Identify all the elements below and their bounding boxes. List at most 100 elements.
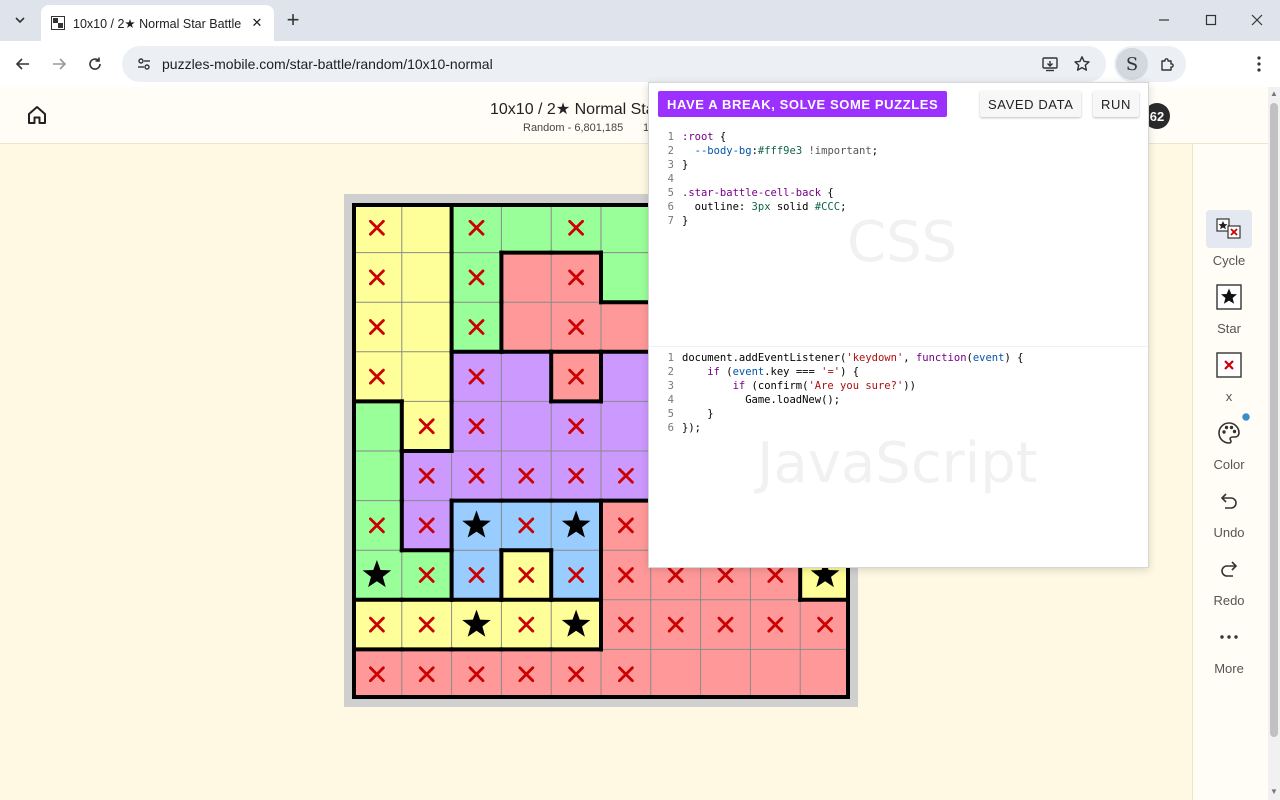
board-cell[interactable] (401, 351, 452, 402)
board-cell[interactable] (601, 302, 651, 352)
home-icon (28, 106, 46, 124)
code-line: 4 (649, 172, 1148, 186)
more-dots-icon (1206, 618, 1252, 656)
tool-undo[interactable]: Undo (1200, 482, 1258, 540)
code-line: 1:root { (649, 130, 1148, 144)
code-text: } (682, 215, 689, 227)
stylus-extension-icon[interactable]: S (1116, 48, 1148, 80)
browser-menu-button[interactable] (1244, 49, 1274, 79)
bookmark-star-icon (1074, 56, 1090, 71)
board-cell[interactable] (750, 649, 801, 699)
code-text: --body-bg:#fff9e3 !important; (694, 145, 879, 157)
tool-label: Redo (1213, 593, 1245, 608)
arrow-right-icon (53, 58, 67, 70)
line-number: 5 (667, 187, 674, 199)
code-text: } (682, 159, 689, 171)
board-cell[interactable] (352, 401, 402, 451)
board-cell[interactable] (401, 203, 452, 253)
board-cell[interactable] (650, 649, 701, 699)
line-number: 7 (667, 215, 674, 227)
editor-divider (649, 346, 1148, 347)
browser-tab[interactable]: 10x10 / 2★ Normal Star Battle ✕ (41, 5, 274, 41)
code-text: outline: 3px solid #CCC; (682, 201, 847, 213)
maximize-button[interactable] (1188, 0, 1234, 40)
board-cell[interactable] (601, 351, 651, 402)
board-cell[interactable] (601, 252, 651, 303)
board-cell[interactable] (501, 302, 552, 352)
tool-label: Undo (1213, 525, 1245, 540)
board-cell[interactable] (501, 203, 552, 253)
tool-star[interactable]: Star (1200, 278, 1258, 336)
tool-label: Cycle (1212, 253, 1246, 268)
board-cell[interactable] (501, 351, 552, 402)
cycle-icon (1206, 210, 1252, 248)
close-window-button[interactable] (1234, 0, 1280, 40)
code-line: 5 .star-battle-cell-back { (649, 186, 1148, 200)
tool-redo[interactable]: Redo (1200, 550, 1258, 608)
board-cell[interactable] (352, 451, 402, 501)
code-text: if (event.key === '=') { (707, 366, 860, 378)
saved-data-button[interactable]: SAVED DATA (980, 91, 1082, 117)
js-editor[interactable]: JavaScript 1 document.addEventListener('k… (649, 351, 1148, 567)
minimize-button[interactable] (1141, 0, 1187, 40)
code-line: 6}); (649, 421, 1148, 435)
board-cell[interactable] (601, 401, 651, 451)
code-line: 3} (649, 158, 1148, 172)
tools-divider (1192, 144, 1193, 800)
css-editor[interactable]: CSS 1:root {2 --body-bg:#fff9e3 !importa… (649, 130, 1148, 346)
tool-label: Star (1217, 321, 1241, 336)
line-number: 1 (667, 352, 674, 364)
page-scrollbar[interactable]: ▲ ▼ (1268, 87, 1280, 800)
extensions-puzzle-icon[interactable] (1154, 50, 1182, 78)
board-cell[interactable] (501, 252, 552, 303)
tool-more[interactable]: More (1200, 618, 1258, 676)
run-button[interactable]: RUN (1093, 91, 1139, 117)
board-cell[interactable] (601, 203, 651, 253)
undo-icon (1206, 482, 1252, 520)
scroll-down-arrow-icon[interactable]: ▼ (1270, 788, 1278, 796)
favicon-icon (51, 16, 65, 30)
code-text: document.addEventListener('keydown', fun… (682, 352, 1024, 364)
reload-button[interactable] (80, 49, 110, 79)
site-info-icon[interactable] (126, 56, 162, 72)
puzzle-title: 10x10 / 2★ Normal Sta (490, 101, 655, 118)
new-tab-button[interactable]: + (281, 8, 305, 32)
scroll-up-arrow-icon[interactable]: ▲ (1270, 90, 1278, 98)
close-icon (1251, 14, 1263, 26)
board-cell[interactable] (700, 649, 751, 699)
install-icon (1042, 57, 1058, 72)
line-number: 4 (667, 173, 674, 185)
star-icon (1206, 278, 1252, 316)
browser-toolbar: puzzles-mobile.com/star-battle/random/10… (0, 41, 1280, 87)
tool-x[interactable]: x (1200, 346, 1258, 404)
popup-header: HAVE A BREAK, SOLVE SOME PUZZLES SAVED D… (649, 83, 1148, 125)
tool-cycle[interactable]: Cycle (1200, 210, 1258, 268)
board-cell[interactable] (401, 252, 452, 303)
tab-strip: 10x10 / 2★ Normal Star Battle ✕ + (0, 0, 1280, 41)
tab-close-icon[interactable]: ✕ (248, 14, 266, 32)
forward-button[interactable] (44, 49, 74, 79)
tool-color[interactable]: Color (1200, 411, 1258, 472)
install-app-button[interactable] (1035, 49, 1065, 79)
board-cell[interactable] (501, 401, 552, 451)
tab-search-button[interactable] (6, 6, 34, 34)
line-number: 2 (667, 145, 674, 157)
js-watermark: JavaScript (757, 431, 1038, 496)
maximize-icon (1205, 14, 1217, 26)
line-number: 2 (667, 366, 674, 378)
tool-label: Color (1213, 457, 1245, 472)
tab-title: 10x10 / 2★ Normal Star Battle (73, 16, 242, 31)
bookmark-button[interactable] (1067, 49, 1097, 79)
back-button[interactable] (8, 49, 38, 79)
code-line: 7} (649, 214, 1148, 228)
board-cell[interactable] (800, 649, 850, 699)
promo-button[interactable]: HAVE A BREAK, SOLVE SOME PUZZLES (658, 91, 948, 117)
code-line: 2 --body-bg:#fff9e3 !important; (649, 144, 1148, 158)
board-cell[interactable] (401, 302, 452, 352)
code-text: :root { (682, 131, 727, 143)
extensions-group: S (1114, 46, 1186, 82)
scroll-thumb[interactable] (1270, 103, 1278, 737)
color-indicator-icon (1240, 411, 1252, 423)
home-button[interactable] (24, 102, 50, 128)
address-bar[interactable]: puzzles-mobile.com/star-battle/random/10… (122, 46, 1106, 82)
